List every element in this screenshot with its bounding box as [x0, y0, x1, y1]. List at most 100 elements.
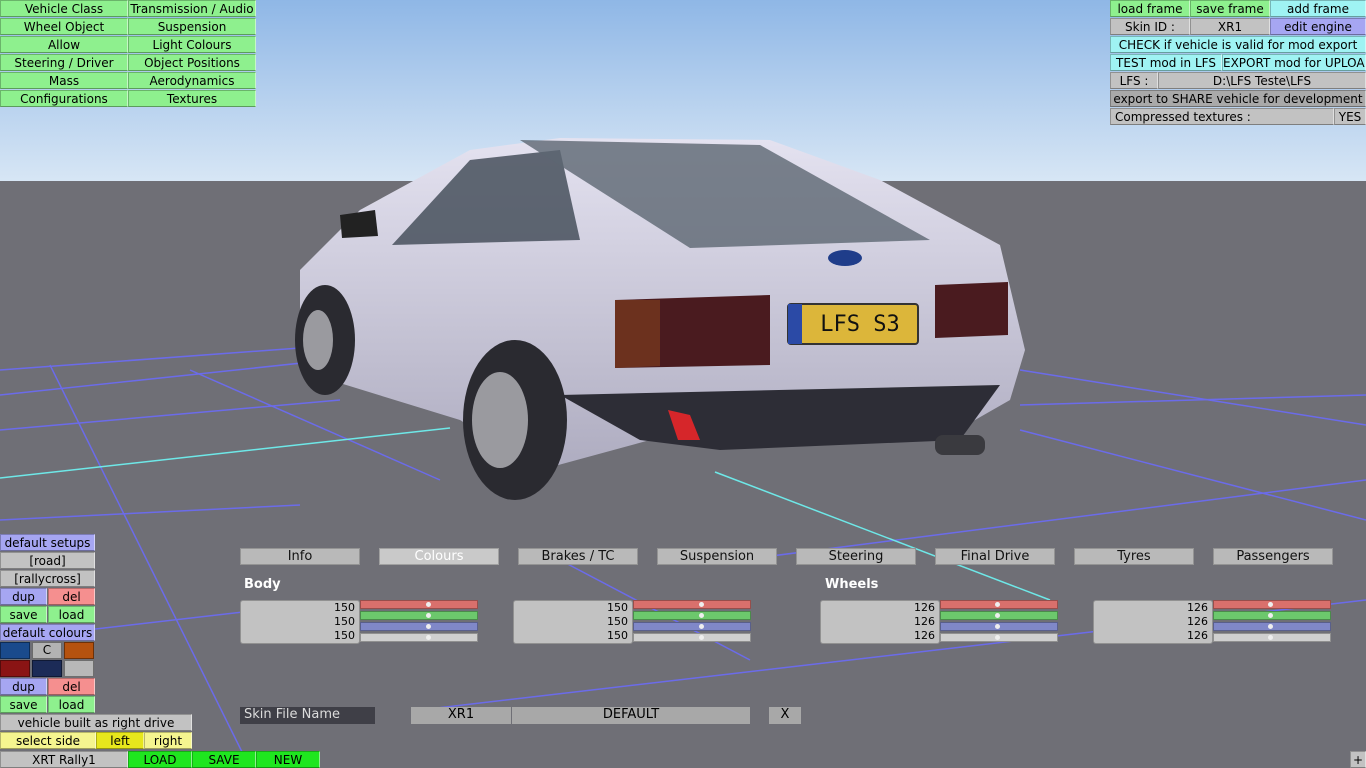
select-side-right-button[interactable]: right [144, 732, 192, 749]
slider-knob[interactable] [1268, 624, 1273, 629]
colour-swatch[interactable] [0, 642, 30, 659]
blue-slider[interactable] [633, 622, 751, 631]
green-slider[interactable] [360, 611, 478, 620]
colour-swatch[interactable] [64, 642, 94, 659]
colour-value-box[interactable]: 126 126 126 [1093, 600, 1213, 644]
tab-passengers[interactable]: Passengers [1213, 548, 1333, 565]
skin-clear-button[interactable]: X [769, 707, 801, 724]
colour-dup-button[interactable]: dup [0, 678, 47, 695]
edit-engine-button[interactable]: edit engine [1270, 18, 1366, 35]
tab-info[interactable]: Info [240, 548, 360, 565]
colour-value-box[interactable]: 150 150 150 [240, 600, 360, 644]
brightness-slider[interactable] [360, 633, 478, 642]
colour-channel-value: 126 [914, 629, 935, 642]
colour-del-button[interactable]: del [48, 678, 95, 695]
setup-del-button[interactable]: del [48, 588, 95, 605]
slider-knob[interactable] [426, 624, 431, 629]
tab-suspension[interactable]: Suspension [657, 548, 777, 565]
red-slider[interactable] [633, 600, 751, 609]
colour-channel-value: 150 [334, 615, 355, 628]
select-side-left-button[interactable]: left [96, 732, 144, 749]
slider-knob[interactable] [1268, 635, 1273, 640]
default-setups-button[interactable]: default setups [0, 534, 95, 551]
menu-item[interactable]: Vehicle Class [0, 0, 128, 17]
slider-knob[interactable] [1268, 602, 1273, 607]
rallycross-setup-button[interactable]: [rallycross] [0, 570, 95, 587]
slider-knob[interactable] [699, 635, 704, 640]
blue-slider[interactable] [940, 622, 1058, 631]
swatch-c-label: C [42, 643, 52, 657]
red-slider[interactable] [940, 600, 1058, 609]
green-slider[interactable] [1213, 611, 1331, 620]
red-slider[interactable] [1213, 600, 1331, 609]
menu-item[interactable]: Aerodynamics [128, 72, 256, 89]
tab-colours[interactable]: Colours [379, 548, 499, 565]
slider-knob[interactable] [426, 602, 431, 607]
blue-slider[interactable] [1213, 622, 1331, 631]
brightness-slider[interactable] [1213, 633, 1331, 642]
red-slider[interactable] [360, 600, 478, 609]
colour-swatch[interactable] [32, 660, 62, 677]
menu-item[interactable]: Steering / Driver [0, 54, 128, 71]
road-setup-button[interactable]: [road] [0, 552, 95, 569]
green-slider[interactable] [940, 611, 1058, 620]
colour-swatch[interactable] [0, 660, 30, 677]
vehicle-load-button[interactable]: LOAD [128, 751, 192, 768]
brightness-slider[interactable] [633, 633, 751, 642]
menu-item[interactable]: Mass [0, 72, 128, 89]
slider-knob[interactable] [995, 613, 1000, 618]
menu-item[interactable]: Light Colours [128, 36, 256, 53]
slider-knob[interactable] [1268, 613, 1273, 618]
colour-value-box[interactable]: 126 126 126 [820, 600, 940, 644]
slider-knob[interactable] [699, 602, 704, 607]
corner-plus-button[interactable]: + [1350, 751, 1366, 768]
slider-knob[interactable] [426, 613, 431, 618]
skin-name-field[interactable]: DEFAULT [512, 707, 750, 724]
menu-item[interactable]: Suspension [128, 18, 256, 35]
slider-knob[interactable] [699, 624, 704, 629]
default-colours-button[interactable]: default colours [0, 624, 95, 641]
tab-steering[interactable]: Steering [796, 548, 916, 565]
brightness-slider[interactable] [940, 633, 1058, 642]
vehicle-name-field[interactable]: XRT Rally1 [0, 751, 128, 768]
setup-load-button[interactable]: load [48, 606, 95, 623]
blue-slider[interactable] [360, 622, 478, 631]
slider-knob[interactable] [426, 635, 431, 640]
load-frame-button[interactable]: load frame [1110, 0, 1190, 17]
tab-tyres[interactable]: Tyres [1074, 548, 1194, 565]
lfs-path-label: LFS : [1110, 72, 1158, 89]
compressed-textures-toggle[interactable]: YES [1334, 108, 1366, 125]
right-drive-button[interactable]: vehicle built as right drive [0, 714, 192, 731]
tab-brakes-tc[interactable]: Brakes / TC [518, 548, 638, 565]
save-frame-button[interactable]: save frame [1190, 0, 1270, 17]
slider-knob[interactable] [699, 613, 704, 618]
vehicle-new-button[interactable]: NEW [256, 751, 320, 768]
vehicle-save-button[interactable]: SAVE [192, 751, 256, 768]
tab-final-drive[interactable]: Final Drive [935, 548, 1055, 565]
menu-item[interactable]: Object Positions [128, 54, 256, 71]
skin-id-label: Skin ID : [1110, 18, 1190, 35]
test-mod-button[interactable]: TEST mod in LFS [1110, 54, 1222, 71]
green-slider[interactable] [633, 611, 751, 620]
menu-item[interactable]: Transmission / Audio [128, 0, 256, 17]
colour-swatch[interactable] [64, 660, 94, 677]
slider-knob[interactable] [995, 635, 1000, 640]
colour-load-button[interactable]: load [48, 696, 95, 713]
menu-item[interactable]: Allow [0, 36, 128, 53]
export-share-button[interactable]: export to SHARE vehicle for development [1110, 90, 1366, 107]
slider-knob[interactable] [995, 624, 1000, 629]
export-mod-button[interactable]: EXPORT mod for UPLOAD [1222, 54, 1366, 71]
menu-item[interactable]: Textures [128, 90, 256, 107]
setup-save-button[interactable]: save [0, 606, 47, 623]
menu-item[interactable]: Wheel Object [0, 18, 128, 35]
lfs-path-field[interactable]: D:\LFS Teste\LFS [1158, 72, 1366, 89]
colour-value-box[interactable]: 150 150 150 [513, 600, 633, 644]
skin-id-value[interactable]: XR1 [1190, 18, 1270, 35]
add-frame-button[interactable]: add frame [1270, 0, 1366, 17]
setup-dup-button[interactable]: dup [0, 588, 47, 605]
check-valid-button[interactable]: CHECK if vehicle is valid for mod export [1110, 36, 1366, 53]
slider-knob[interactable] [995, 602, 1000, 607]
skin-id-field[interactable]: XR1 [411, 707, 511, 724]
menu-item[interactable]: Configurations [0, 90, 128, 107]
colour-save-button[interactable]: save [0, 696, 47, 713]
